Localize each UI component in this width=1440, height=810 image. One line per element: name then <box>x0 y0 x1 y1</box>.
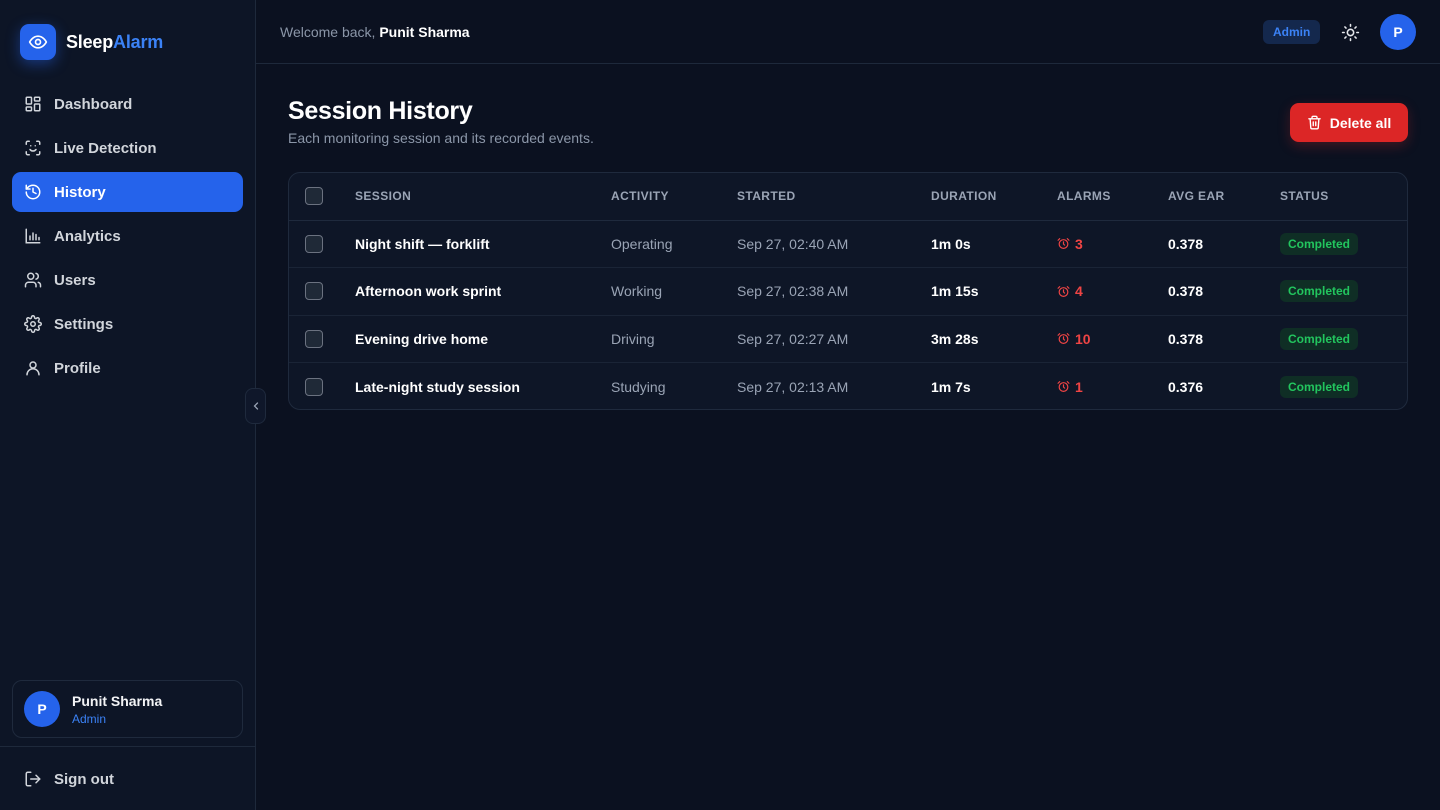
table-header-row: SESSION ACTIVITY STARTED DURATION ALARMS… <box>289 173 1407 221</box>
history-clock-icon <box>25 184 41 200</box>
gear-icon <box>24 315 42 333</box>
session-name[interactable]: Evening drive home <box>355 315 611 363</box>
session-duration: 1m 15s <box>931 267 1057 316</box>
collapse-sidebar-button[interactable] <box>245 388 266 424</box>
row-checkbox[interactable] <box>305 377 323 396</box>
table-row[interactable]: Evening drive home Driving Sep 27, 02:27… <box>289 315 1407 363</box>
top-bar: Welcome back, Punit Sharma Admin P <box>256 0 1440 64</box>
delete-all-label: Delete all <box>1329 114 1392 131</box>
session-avg-ear: 0.378 <box>1168 315 1280 363</box>
session-started: Sep 27, 02:40 AM <box>737 220 931 268</box>
column-header-activity[interactable]: ACTIVITY <box>611 173 737 221</box>
eye-icon <box>20 24 56 60</box>
sessions-table: SESSION ACTIVITY STARTED DURATION ALARMS… <box>288 172 1408 410</box>
session-duration: 3m 28s <box>931 315 1057 363</box>
status-badge: Completed <box>1280 280 1359 303</box>
avatar: P <box>24 691 60 727</box>
user-icon <box>26 361 40 376</box>
session-name[interactable]: Late-night study session <box>355 363 611 410</box>
table-row[interactable]: Night shift — forklift Operating Sep 27,… <box>289 220 1407 268</box>
status-badge: Completed <box>1280 327 1359 350</box>
session-activity: Working <box>611 267 737 316</box>
welcome-message: Welcome back, Punit Sharma <box>280 24 470 40</box>
sidebar-item-live-detection[interactable]: Live Detection <box>12 128 243 168</box>
table-row[interactable]: Late-night study session Studying Sep 27… <box>289 363 1407 410</box>
app-name: SleepAlarm <box>66 31 164 52</box>
sidebar-nav: Dashboard Live Detection History Analyti… <box>12 84 243 392</box>
session-duration: 1m 0s <box>931 220 1057 268</box>
page-title: Session History <box>288 97 473 125</box>
sidebar-item-label: Users <box>54 271 96 289</box>
session-name[interactable]: Night shift — forklift <box>355 220 611 268</box>
sidebar-item-history[interactable]: History <box>12 172 243 212</box>
session-duration: 1m 7s <box>931 378 971 395</box>
alarm-clock-icon <box>1057 285 1070 297</box>
alarm-clock-icon <box>1057 333 1070 345</box>
face-scan-icon <box>25 140 41 156</box>
sign-out-button[interactable]: Sign out <box>12 759 243 799</box>
sidebar-item-profile[interactable]: Profile <box>12 348 243 388</box>
dashboard-grid-icon <box>25 96 41 112</box>
page-subtitle: Each monitoring session and its recorded… <box>288 130 594 146</box>
sidebar-item-users[interactable]: Users <box>12 260 243 300</box>
sign-out-icon <box>25 771 41 787</box>
sidebar-item-label: Live Detection <box>54 139 157 157</box>
session-started: Sep 27, 02:27 AM <box>737 315 931 363</box>
session-activity: Driving <box>611 315 737 363</box>
sidebar-item-label: Profile <box>54 359 101 377</box>
alarm-clock-icon <box>1057 381 1070 392</box>
chevron-left-icon <box>253 402 258 410</box>
table-row[interactable]: Afternoon work sprint Working Sep 27, 02… <box>289 267 1407 316</box>
column-header-session[interactable]: SESSION <box>355 173 611 221</box>
session-avg-ear: 0.378 <box>1168 267 1280 316</box>
session-activity: Studying <box>611 378 666 395</box>
alarm-clock-icon <box>1057 238 1070 250</box>
session-avg-ear: 0.376 <box>1168 378 1204 395</box>
sidebar-item-analytics[interactable]: Analytics <box>12 216 243 256</box>
sidebar-item-settings[interactable]: Settings <box>12 304 243 344</box>
theme-toggle-button[interactable] <box>1338 20 1362 44</box>
sidebar-user-card[interactable]: P Punit Sharma Admin <box>12 680 243 738</box>
delete-all-button[interactable]: Delete all <box>1290 103 1408 142</box>
sun-icon <box>1341 23 1359 41</box>
row-checkbox[interactable] <box>305 234 323 253</box>
trash-icon <box>1307 115 1321 130</box>
user-name: Punit Sharma <box>72 692 163 709</box>
session-activity: Operating <box>611 220 737 268</box>
sidebar-item-label: Analytics <box>54 227 121 245</box>
sidebar-item-label: Dashboard <box>54 95 133 113</box>
session-started: Sep 27, 02:38 AM <box>737 267 931 316</box>
session-alarms: 10 <box>1057 331 1168 347</box>
avatar[interactable]: P <box>1380 14 1416 50</box>
session-alarms: 4 <box>1057 283 1168 299</box>
row-checkbox[interactable] <box>305 329 323 348</box>
select-all-checkbox[interactable] <box>305 187 323 206</box>
session-avg-ear: 0.378 <box>1168 220 1280 268</box>
users-icon <box>24 272 42 288</box>
session-alarms: 3 <box>1057 236 1168 252</box>
session-alarms: 1 <box>1057 379 1168 395</box>
column-header-avg-ear[interactable]: AVG EAR <box>1168 173 1280 221</box>
status-badge: Completed <box>1280 232 1359 255</box>
column-header-alarms[interactable]: ALARMS <box>1057 173 1168 221</box>
sidebar-item-label: History <box>54 183 106 201</box>
role-badge: Admin <box>1263 20 1321 44</box>
session-name[interactable]: Afternoon work sprint <box>355 267 611 316</box>
sidebar-item-label: Settings <box>54 315 114 333</box>
sidebar-item-dashboard[interactable]: Dashboard <box>12 84 243 124</box>
select-all-cell <box>289 173 355 221</box>
sign-out-label: Sign out <box>54 770 114 788</box>
brand[interactable]: SleepAlarm <box>20 24 163 60</box>
bar-chart-icon <box>25 228 41 244</box>
session-started: Sep 27, 02:13 AM <box>737 378 849 395</box>
row-checkbox[interactable] <box>305 282 323 301</box>
user-role: Admin <box>72 711 107 726</box>
divider <box>0 746 255 747</box>
column-header-duration[interactable]: DURATION <box>931 173 1057 221</box>
column-header-status[interactable]: STATUS <box>1280 173 1407 221</box>
sidebar: SleepAlarm Dashboard Live Detection Hist… <box>0 0 256 810</box>
column-header-started[interactable]: STARTED <box>737 173 931 221</box>
status-badge: Completed <box>1280 375 1359 398</box>
